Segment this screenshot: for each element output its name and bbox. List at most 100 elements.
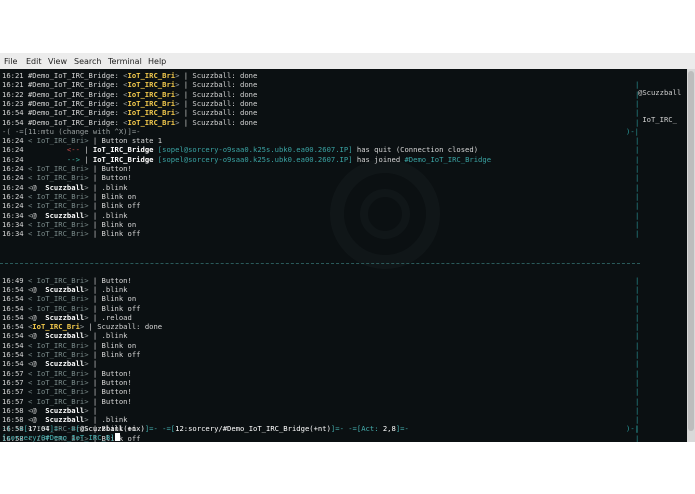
op-mode: @ [32,182,41,192]
nick-list-border: | [635,154,640,164]
timestamp: 16:24 [2,182,28,192]
timestamp: 16:54 [2,331,28,341]
chat-line: 16:57 < IoT_IRC_Bri> | Button! [2,378,132,387]
timestamp: 16:21 [2,71,28,80]
message-text: | Blink off [88,201,141,211]
status-bar: -( -=[17:04]=- -=[@Scuzzball(+ix)]=- -=[… [2,424,409,433]
nick: < IoT_IRC_Bri> [27,201,89,211]
status-text: ]=- -=[ [144,424,176,433]
window-list-line: 16:21 #Demo_IoT_IRC_Bridge: <IoT_IRC_Bri… [2,80,257,89]
message-text: | Button! [88,377,132,387]
nick: < IoT_IRC_Bri> [27,387,89,397]
window-status-text: -( -=[11:mtu (change with ^X)]=- [2,126,141,136]
nick: < IoT_IRC_Bri> [27,219,89,229]
nick-list-border: | [635,387,640,397]
nick: < IoT_IRC_Bri> [27,164,89,173]
nick: < IoT_IRC_Bri> [27,377,89,387]
status-text: -( -=[ [2,424,28,433]
op-mode: @ [32,210,41,220]
nick-list-border: | [635,415,640,425]
nick: Scuzzball [40,415,85,425]
nick-list-border: | [635,294,640,304]
nick: IoT_IRC_Bri [127,80,176,90]
nick: < IoT_IRC_Bri> [27,136,89,146]
nick-list-border: | [635,284,640,294]
separator: | [79,154,93,164]
timestamp: 16:54 [2,322,28,332]
message-text: | Scuzzball: done [179,98,258,108]
message-text: | Button! [88,396,132,406]
op-mode: @ [32,405,41,415]
terminal-area[interactable]: @Scuzzball IoT_IRC_ 16:21 #Demo_IoT_IRC_… [0,69,687,442]
message-text: | Button! [88,275,132,285]
channel-name: #Demo_IoT_IRC_Bridge: [27,71,124,80]
timestamp: 16:24 [2,136,28,146]
nick-list-item[interactable]: IoT_IRC_ [638,115,686,124]
nick: IoT_IRC_Bri [127,117,176,127]
channel-name: #Demo_IoT_IRC_Bridge: [27,117,124,127]
nick-list-border: | [635,98,640,108]
scrollbar-thumb[interactable] [688,71,694,431]
message-text: | Button state 1 [88,136,163,146]
nick-list-border: | [635,377,640,387]
menu-bar: File Edit View Search Terminal Help [0,53,695,69]
clock: 17:04 [27,424,50,433]
chat-line: 16:54 < IoT_IRC_Bri> | Blink off [2,304,141,313]
nick-list-border: | [635,303,640,313]
menu-edit[interactable]: Edit [26,57,42,66]
nick: < IoT_IRC_Bri> [27,191,89,201]
timestamp: 16:57 [2,396,28,406]
menu-file[interactable]: File [4,57,17,66]
chat-line: 16:58 <@ Scuzzball> | .blink [2,415,128,424]
nick: Scuzzball [40,210,85,220]
chat-line: 16:54 <IoT_IRC_Bri> | Scuzzball: done [2,322,162,331]
input-line[interactable]: [sorcery/0#Demo_IoT_IRC_B] [2,433,120,442]
menu-view[interactable]: View [48,57,67,66]
nick-list-border: | [635,145,640,155]
chat-line: 16:54 <@ Scuzzball> | .reload [2,313,132,322]
nick: IoT_IRC_Bri [127,71,176,80]
nick-list-border: | [635,219,640,229]
nick-list-border: | [635,210,640,220]
nick-list-border: | [635,368,640,378]
chat-line: 16:24 < IoT_IRC_Bri> | Button! [2,173,132,182]
nick-list-border: | [635,396,640,406]
nick: IoT_IRC_Bridge [92,145,154,155]
status-text: ]=- -=[Act: [330,424,383,433]
timestamp: 16:24 [2,154,67,164]
scrollbar[interactable] [687,69,695,442]
message-text: | Blink on [88,294,137,304]
nick: < IoT_IRC_Bri> [27,229,89,239]
window-status-end: )-| [626,126,639,136]
status-nick: @Scuzzball [79,424,124,433]
message-text: | .blink [88,284,128,294]
chat-line: 16:24 < IoT_IRC_Bri> | Button! [2,164,132,173]
channel-name: #Demo_IoT_IRC_Bridge [404,154,492,164]
menu-help[interactable]: Help [148,57,166,66]
status-text: ]=- [395,424,409,433]
window-list-line: 16:22 #Demo_IoT_IRC_Bridge: <IoT_IRC_Bri… [2,90,257,99]
nick-list-border: | [635,331,640,341]
message-text: | Scuzzball: done [179,71,258,80]
status-window: 12:sorcery/#Demo_IoT_IRC_Bridge [175,424,310,433]
channel-name: #Demo_IoT_IRC_Bridge: [27,98,124,108]
nick-list-border: | [635,405,640,415]
nick-list: @Scuzzball IoT_IRC_ [638,69,686,143]
nick-list-item[interactable]: @Scuzzball [638,88,686,97]
nick: Scuzzball [40,359,85,369]
channel-name: #Demo_IoT_IRC_Bridge: [27,89,124,99]
nick: < IoT_IRC_Bri> [27,396,89,406]
menu-search[interactable]: Search [74,57,101,66]
message-text: | Blink on [88,219,137,229]
nick-list-border: | [635,182,640,192]
window-list-line: 16:54 #Demo_IoT_IRC_Bridge: <IoT_IRC_Bri… [2,108,257,117]
chat-line: 16:54 <@ Scuzzball> | [2,359,97,368]
timestamp: 16:54 [2,108,28,118]
menu-terminal[interactable]: Terminal [108,57,142,66]
timestamp: 16:34 [2,229,28,239]
window-list-line: 16:21 #Demo_IoT_IRC_Bridge: <IoT_IRC_Bri… [2,71,257,80]
hostmask: [sopel@sorcery-o9saa0.k25s.ubk0.ea00.260… [153,154,353,164]
timestamp: 16:23 [2,98,28,108]
message-text: has joined [352,154,405,164]
message-text: | .blink [88,415,128,425]
